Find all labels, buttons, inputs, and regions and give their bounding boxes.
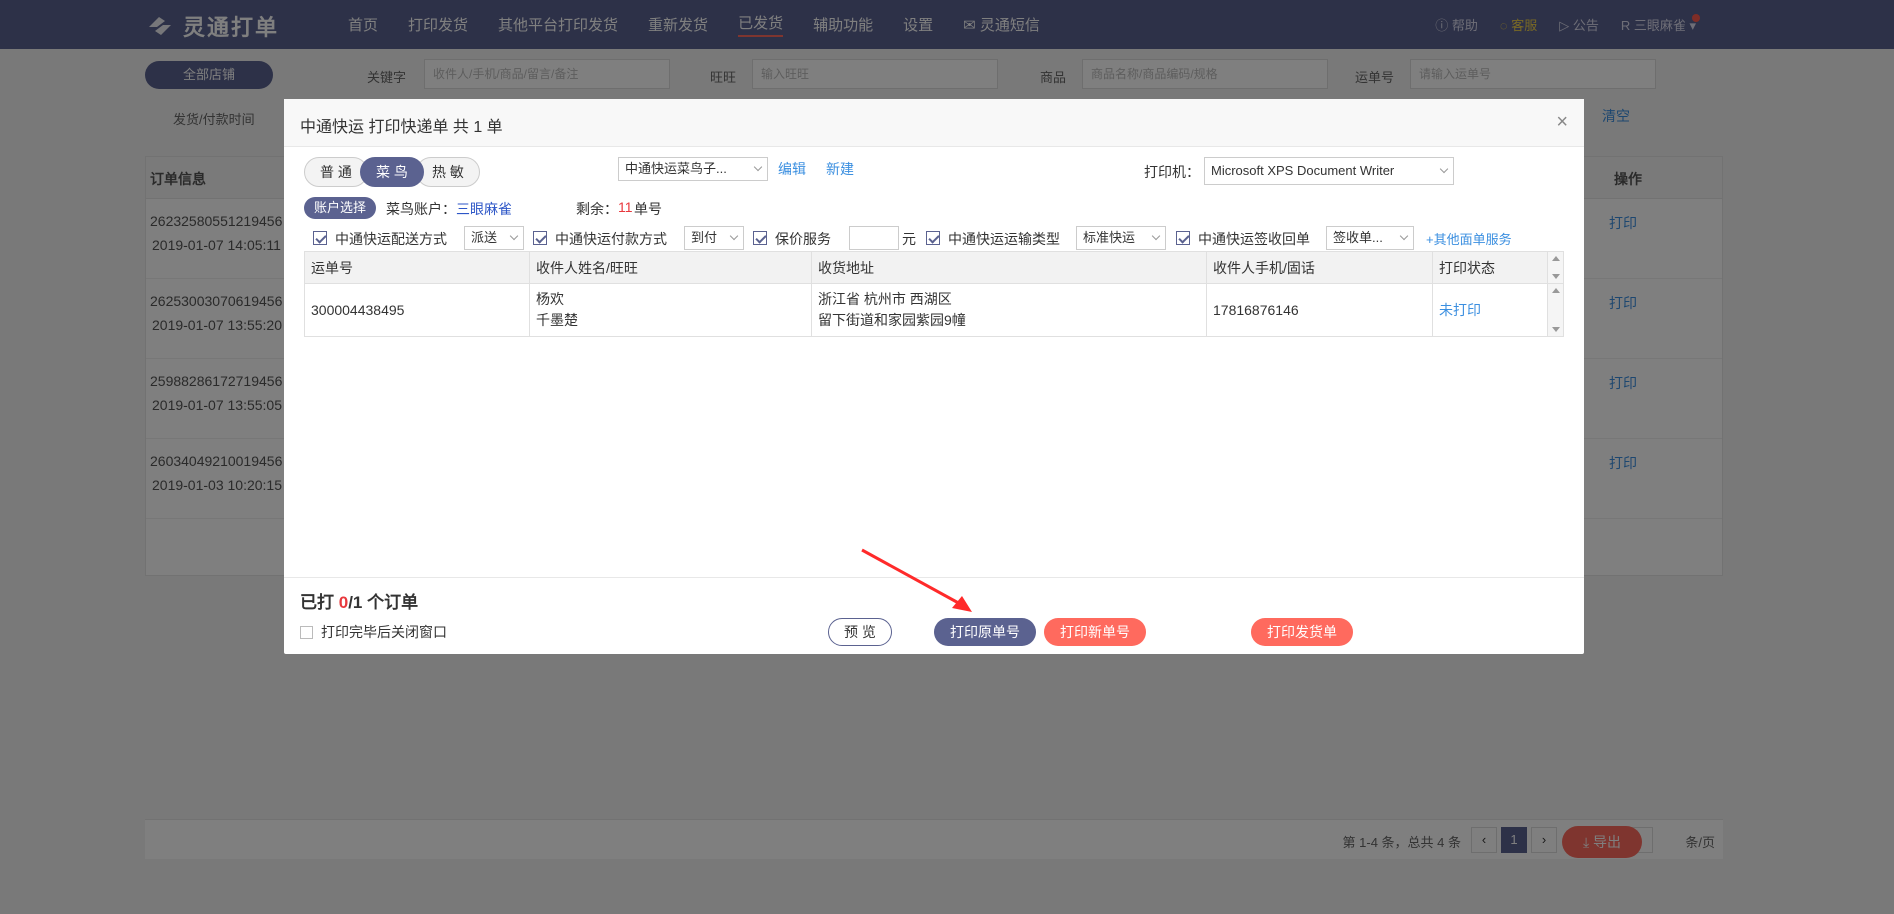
print-original-button[interactable]: 打印原单号 [934, 618, 1036, 646]
edit-template-link[interactable]: 编辑 [778, 159, 806, 179]
payment-select[interactable]: 到付 [684, 226, 744, 250]
receipt-select[interactable]: 签收单... [1326, 226, 1414, 250]
new-template-link[interactable]: 新建 [826, 159, 854, 179]
transport-select[interactable]: 标准快运 [1076, 226, 1166, 250]
printer-label: 打印机： [1144, 164, 1200, 180]
delivery-value: 派送 [471, 230, 498, 245]
print-new-button[interactable]: 打印新单号 [1044, 618, 1146, 646]
template-select[interactable]: 中通快运菜鸟子... [618, 157, 768, 181]
template-type-tabs: 普 通 菜 鸟 热 敏 [304, 157, 480, 187]
chevron-down-icon [1399, 231, 1409, 241]
waybill-number: 300004438495 [305, 284, 530, 336]
close-after-print-label: 打印完毕后关闭窗口 [321, 624, 447, 640]
insurance-amount-input[interactable] [849, 226, 899, 250]
insurance-unit: 元 [902, 231, 916, 247]
chevron-down-icon [509, 231, 519, 241]
recipient-cell: 杨欢 千墨楚 [530, 284, 812, 336]
close-icon[interactable]: × [1556, 111, 1568, 134]
insurance-checkbox[interactable] [753, 231, 767, 245]
transport-checkbox[interactable] [926, 231, 940, 245]
preview-button[interactable]: 预 览 [828, 618, 892, 646]
col-print-status: 打印状态 [1439, 260, 1495, 276]
row-scrollbar[interactable] [1547, 284, 1563, 336]
delivery-select[interactable]: 派送 [464, 226, 524, 250]
receipt-label: 中通快运签收回单 [1198, 231, 1310, 247]
printed-total: /1 个订单 [348, 593, 419, 612]
tab-normal[interactable]: 普 通 [304, 157, 368, 187]
scroll-up-icon[interactable] [1552, 256, 1560, 261]
close-after-print-checkbox[interactable] [300, 625, 313, 639]
print-delivery-button[interactable]: 打印发货单 [1251, 618, 1353, 646]
address-cell: 浙江省 杭州市 西湖区 留下街道和家园紫园9幢 [812, 284, 1207, 336]
delivery-checkbox[interactable] [313, 231, 327, 245]
transport-label: 中通快运运输类型 [948, 231, 1060, 247]
col-address: 收货地址 [812, 252, 1207, 283]
printer-select[interactable]: Microsoft XPS Document Writer [1204, 157, 1454, 185]
recipient-wangwang: 千墨楚 [536, 312, 578, 328]
address-line-2: 留下街道和家园紫园9幢 [818, 312, 966, 328]
dialog-header: 中通快运 打印快递单 共 1 单 × [284, 99, 1584, 147]
print-status[interactable]: 未打印 [1439, 300, 1549, 321]
payment-label: 中通快运付款方式 [555, 231, 667, 247]
remaining-unit: 单号 [634, 201, 662, 217]
more-services-link[interactable]: +其他面单服务 [1426, 229, 1512, 248]
tab-cainiao[interactable]: 菜 鸟 [360, 157, 424, 187]
chevron-down-icon [729, 231, 739, 241]
printer-select-value: Microsoft XPS Document Writer [1211, 163, 1395, 178]
printed-done: 0 [338, 593, 349, 612]
remaining-label: 剩余： [576, 201, 618, 217]
col-recipient: 收件人姓名/旺旺 [530, 252, 812, 283]
phone-text: 17816876146 [1213, 301, 1299, 318]
transport-value: 标准快运 [1083, 230, 1136, 245]
chevron-down-icon [1439, 164, 1449, 174]
delivery-label: 中通快运配送方式 [335, 231, 447, 247]
template-select-value: 中通快运菜鸟子... [625, 161, 727, 176]
recipient-name: 杨欢 [536, 291, 564, 307]
chevron-down-icon [753, 162, 763, 172]
tab-thermal[interactable]: 热 敏 [416, 157, 480, 187]
waybill-table: 运单号 收件人姓名/旺旺 收货地址 收件人手机/固话 打印状态 30000443… [304, 251, 1564, 337]
payment-checkbox[interactable] [533, 231, 547, 245]
insurance-label: 保价服务 [775, 231, 831, 247]
account-select-button[interactable]: 账户选择 [304, 197, 376, 219]
scroll-down-icon[interactable] [1552, 327, 1560, 332]
close-after-print-option[interactable]: 打印完毕后关闭窗口 [300, 622, 447, 642]
table-row[interactable]: 300004438495 杨欢 千墨楚 浙江省 杭州市 西湖区 留下街道和家园紫… [305, 284, 1563, 336]
receipt-checkbox[interactable] [1176, 231, 1190, 245]
print-status-cell: 未打印 [1433, 284, 1549, 336]
dialog-title: 中通快运 打印快递单 共 1 单 [300, 119, 503, 136]
chevron-down-icon [1151, 231, 1161, 241]
annotation-arrow-icon [861, 548, 972, 612]
printed-prefix: 已打 [300, 593, 339, 612]
payment-value: 到付 [691, 230, 718, 245]
printed-count: 已打 0/1 个订单 [300, 588, 418, 613]
waybill-number-text: 300004438495 [311, 301, 405, 318]
phone-cell: 17816876146 [1207, 284, 1433, 336]
scroll-down-icon[interactable] [1552, 274, 1560, 279]
waybill-table-header: 运单号 收件人姓名/旺旺 收货地址 收件人手机/固话 打印状态 [305, 252, 1563, 284]
col-phone: 收件人手机/固话 [1207, 252, 1433, 283]
remaining-count: 11 [618, 199, 633, 215]
receipt-value: 签收单... [1333, 230, 1383, 245]
header-scrollbar[interactable] [1547, 252, 1563, 283]
scroll-up-icon[interactable] [1552, 288, 1560, 293]
address-line-1: 浙江省 杭州市 西湖区 [818, 291, 952, 307]
col-waybill: 运单号 [305, 252, 530, 283]
cainiao-account-value[interactable]: 三眼麻雀 [456, 199, 512, 219]
cainiao-account-label: 菜鸟账户： [386, 201, 456, 217]
